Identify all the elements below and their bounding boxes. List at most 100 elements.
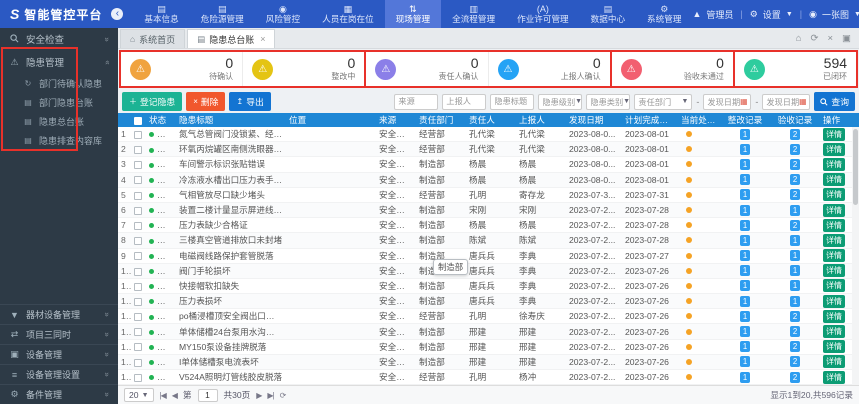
title-cell[interactable]: 电磁阀线路保护套管脱落 (176, 250, 286, 262)
detail-button[interactable]: 详情 (823, 142, 845, 156)
reporter-filter-input[interactable] (442, 93, 487, 110)
rectify-count-badge[interactable]: 1 (739, 341, 751, 353)
rectify-count-badge[interactable]: 1 (739, 158, 751, 170)
table-row[interactable]: 1... 完成 I单体储槽泵电流表坏 安全巡检 制造部 邢建 邢建 2023-0… (118, 354, 859, 370)
detail-button[interactable]: 详情 (823, 127, 845, 141)
rectify-count-badge[interactable]: 1 (739, 356, 751, 368)
title-cell[interactable]: 装置二楼计量显示屏进线口未... (176, 204, 286, 216)
level-filter-select[interactable]: 隐患级别 ▼ (538, 93, 583, 110)
table-row[interactable]: 1... 完成 V524A照明灯管线胶皮脱落 安全巡检 经营部 孔明 杨冲 20… (118, 370, 859, 385)
table-row[interactable]: 7 完成 压力表缺少合格证 安全巡检 制造部 杨晨 杨晨 2023-07-2..… (118, 218, 859, 234)
detail-button[interactable]: 详情 (823, 355, 845, 369)
sidebar-sub-item[interactable]: ▤ 隐患总台账 (0, 112, 118, 131)
rectify-count-badge[interactable]: 1 (739, 295, 751, 307)
top-nav-item[interactable]: ◉ 风险管控 (255, 0, 311, 28)
date-to-input[interactable]: 发现日期 ▦ (762, 93, 811, 110)
date-from-input[interactable]: 发现日期 ▦ (703, 93, 752, 110)
row-checkbox[interactable] (134, 328, 142, 337)
table-row[interactable]: 3 完成 车间警示标识张贴错误 安全巡检 制造部 杨晨 杨晨 2023-08-0… (118, 157, 859, 173)
title-cell[interactable]: 冷冻液水槽出口压力表手轮缺... (176, 174, 286, 186)
close-icon[interactable]: × (260, 34, 265, 44)
delete-button[interactable]: × 删除 (186, 92, 226, 111)
rectify-count-badge[interactable]: 1 (739, 174, 751, 186)
reload-icon[interactable]: ⟳ (280, 391, 287, 400)
sidebar-group[interactable]: ⇄ 项目三同时 » (0, 324, 118, 344)
top-nav-item[interactable]: (A) 作业许可管理 (506, 0, 580, 28)
table-row[interactable]: 8 完成 三楼真空管道排放口未封堵 安全巡检 制造部 陈斌 陈斌 2023-07… (118, 233, 859, 249)
top-nav-item[interactable]: ▦ 人员在岗在位 (311, 0, 385, 28)
sidebar-group[interactable]: ≡ 设备管理设置 » (0, 364, 118, 384)
export-button[interactable]: ↥ 导出 (229, 92, 271, 111)
table-row[interactable]: 1... 完成 单体储槽24台泵用水沟盖板坏 安全巡检 制造部 邢建 邢建 20… (118, 324, 859, 340)
rectify-count-badge[interactable]: 1 (739, 219, 751, 231)
detail-button[interactable]: 详情 (823, 264, 845, 278)
row-checkbox[interactable] (134, 358, 142, 367)
title-cell[interactable]: 快接帽软扣缺失 (176, 280, 286, 292)
page-size-select[interactable]: 20 ▼ (124, 388, 154, 402)
table-row[interactable]: 6 完成 装置二楼计量显示屏进线口未... 安全巡检 制造部 宋刚 宋刚 202… (118, 202, 859, 219)
rectify-count-badge[interactable]: 1 (739, 310, 751, 322)
row-checkbox[interactable] (134, 267, 142, 276)
rectify-count-badge[interactable]: 1 (739, 250, 751, 262)
accept-count-badge[interactable]: 2 (789, 341, 801, 353)
prev-page-icon[interactable]: ◀ (172, 391, 178, 400)
detail-button[interactable]: 详情 (823, 370, 845, 384)
row-checkbox[interactable] (134, 191, 142, 200)
accept-count-badge[interactable]: 2 (789, 310, 801, 322)
accept-count-badge[interactable]: 2 (789, 143, 801, 155)
search-button[interactable]: 查询 (814, 92, 855, 111)
user-name[interactable]: 管理员 (706, 8, 733, 21)
title-cell[interactable]: 车间警示标识张贴错误 (176, 158, 286, 170)
table-row[interactable]: 2 完成 环氧丙烷罐区南侧洗眼器水流... 安全巡检 经营部 孔代梁 孔代梁 2… (118, 142, 859, 158)
row-checkbox[interactable] (134, 343, 142, 352)
row-checkbox[interactable] (134, 252, 142, 261)
detail-button[interactable]: 详情 (823, 173, 845, 187)
detail-button[interactable]: 详情 (823, 279, 845, 293)
title-filter-input[interactable] (490, 93, 535, 110)
title-cell[interactable]: 三楼真空管道排放口未封堵 (176, 234, 286, 246)
accept-count-badge[interactable]: 2 (789, 219, 801, 231)
row-checkbox[interactable] (134, 130, 142, 139)
sidebar-sub-item[interactable]: ▤ 隐患排查内容库 (0, 131, 118, 150)
rectify-count-badge[interactable]: 1 (739, 143, 751, 155)
table-row[interactable]: 5 完成 气相管放尽口缺少堵头 安全巡检 经营部 孔明 寄存龙 2023-07-… (118, 188, 859, 203)
title-cell[interactable]: MY150泵设备挂牌脱落 (176, 341, 286, 353)
sidebar-group-danger-mgmt[interactable]: ⚠ 隐患管理 » (0, 50, 118, 74)
detail-button[interactable]: 详情 (823, 157, 845, 171)
table-row[interactable]: 1... 完成 po桶浸槽顶安全阀出口法兰... 安全巡检 经营部 孔明 徐寿庆… (118, 309, 859, 325)
sidebar-group-safety-check[interactable]: 安全检查 » (0, 28, 118, 50)
title-cell[interactable]: 气相管放尽口缺少堵头 (176, 189, 286, 201)
detail-button[interactable]: 详情 (823, 294, 845, 308)
row-checkbox[interactable] (134, 206, 142, 215)
detail-button[interactable]: 详情 (823, 188, 845, 202)
tab-danger-ledger[interactable]: ▤ 隐患总台账 × (187, 29, 276, 48)
table-row[interactable]: 1... 完成 阀门手轮损坏 安全巡检 制造部 唐兵兵 李典 2023-07-2… (118, 263, 859, 279)
title-cell[interactable]: 压力表损坏 (176, 295, 286, 307)
detail-button[interactable]: 详情 (823, 325, 845, 339)
detail-button[interactable]: 详情 (823, 249, 845, 263)
sidebar-sub-item[interactable]: ▤ 部门隐患台账 (0, 93, 118, 112)
refresh-icon[interactable]: ⟳ (810, 33, 818, 44)
rectify-count-badge[interactable]: 1 (739, 371, 751, 383)
accept-count-badge[interactable]: 1 (789, 295, 801, 307)
accept-count-badge[interactable]: 1 (789, 265, 801, 277)
title-cell[interactable]: V524A照明灯管线胶皮脱落 (176, 371, 286, 383)
sidebar-collapse-icon[interactable]: ‹ (111, 8, 124, 20)
table-row[interactable]: 1 完成 氮气总管阀门没锁紧、经常开... 安全巡检 经营部 孔代梁 孔代梁 2… (118, 127, 859, 143)
row-checkbox[interactable] (134, 237, 142, 246)
rectify-count-badge[interactable]: 1 (739, 204, 751, 216)
rectify-count-badge[interactable]: 1 (739, 265, 751, 277)
sidebar-sub-item[interactable]: ↻ 部门待确认隐患 (0, 74, 118, 93)
row-checkbox[interactable] (134, 297, 142, 306)
title-cell[interactable]: 环氧丙烷罐区南侧洗眼器水流... (176, 143, 286, 155)
top-nav-item[interactable]: ▤ 危险源管理 (190, 0, 255, 28)
table-row[interactable]: 1... 完成 快接帽软扣缺失 安全巡检 制造部 唐兵兵 李典 2023-07-… (118, 279, 859, 295)
title-cell[interactable]: I单体储槽泵电流表坏 (176, 356, 286, 368)
scrollbar-thumb[interactable] (853, 129, 858, 205)
top-nav-item[interactable]: ▤ 基本信息 (133, 0, 189, 28)
accept-count-badge[interactable]: 2 (789, 356, 801, 368)
close-icon[interactable]: × (827, 33, 833, 44)
source-filter-input[interactable] (394, 93, 439, 110)
sidebar-group[interactable]: ▣ 设备管理 » (0, 344, 118, 364)
row-checkbox[interactable] (134, 373, 142, 382)
